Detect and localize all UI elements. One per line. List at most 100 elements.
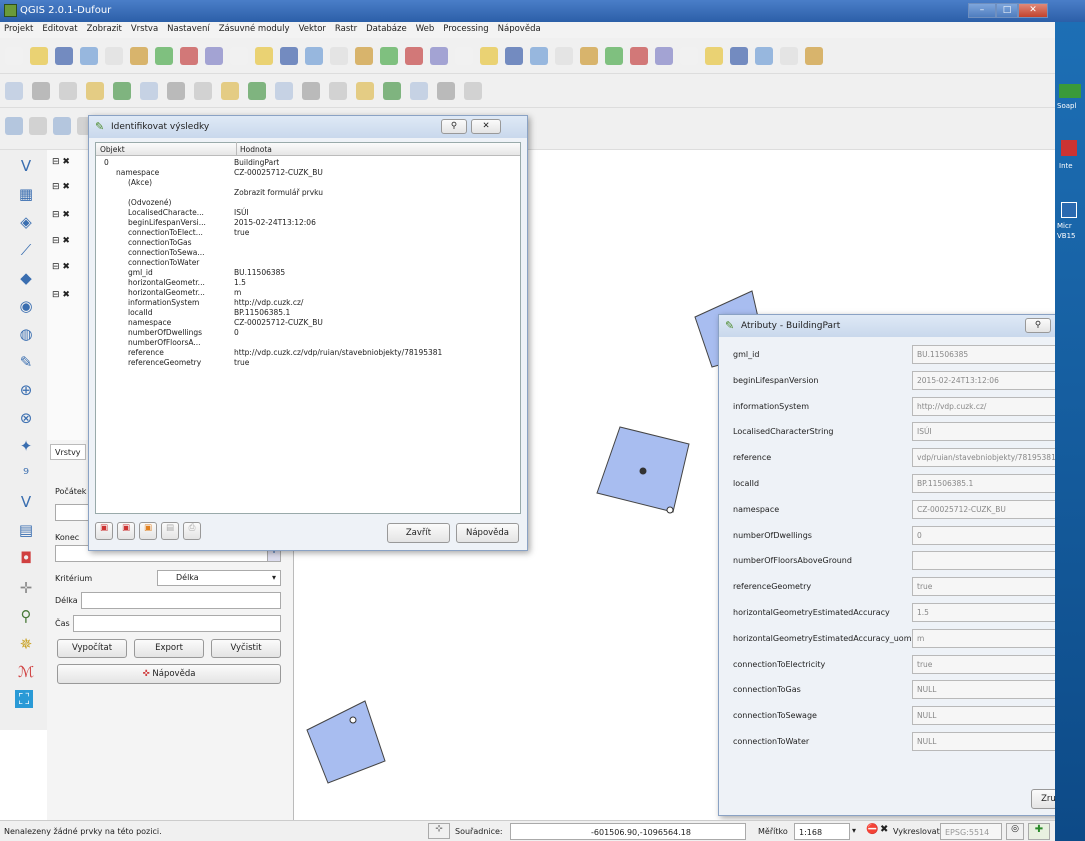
tb2-tool-icon-3[interactable]: [86, 82, 104, 100]
tb1-tool-icon-32[interactable]: [805, 47, 823, 65]
menu-item-5[interactable]: Zásuvné moduly: [215, 22, 295, 34]
tb3-tool-icon-2[interactable]: [53, 117, 71, 135]
tab-layers[interactable]: Vrstvy: [50, 444, 86, 460]
field-value[interactable]: CZ-00025712-CUZK_BU: [912, 499, 1079, 519]
tb2-tool-icon-8[interactable]: [221, 82, 239, 100]
scale-field[interactable]: 1:168: [794, 823, 850, 840]
tb1-tool-icon-29[interactable]: [730, 47, 748, 65]
map-icon[interactable]: ⛶: [15, 690, 33, 708]
tb1-tool-icon-31[interactable]: [780, 47, 798, 65]
tb1-tool-icon-30[interactable]: [755, 47, 773, 65]
tree-row[interactable]: reference http://vdp.cuzk.cz/vdp/ruian/st…: [96, 348, 522, 358]
crs-button[interactable]: EPSG:5514: [940, 823, 1002, 840]
new-temp-layer-icon[interactable]: ◘: [15, 547, 37, 569]
clear-button[interactable]: Vyčistit: [211, 639, 281, 658]
tb2-tool-icon-4[interactable]: [113, 82, 131, 100]
tb1-tool-icon-4[interactable]: [105, 47, 123, 65]
menu-item-7[interactable]: Rastr: [331, 22, 362, 34]
add-mssql-layer-icon[interactable]: ◆: [15, 267, 37, 289]
scale-dropdown-icon[interactable]: ▾: [852, 826, 856, 835]
field-value[interactable]: NULL: [912, 706, 1079, 726]
field-value[interactable]: 2015-02-24T13:12:06: [912, 370, 1079, 390]
export-button[interactable]: Export: [134, 639, 204, 658]
tb2-tool-icon-13[interactable]: [356, 82, 374, 100]
tree-row[interactable]: Zobrazit formulář prvku: [96, 188, 522, 198]
tb2-tool-icon-2[interactable]: [59, 82, 77, 100]
tb3-tool-icon-0[interactable]: [5, 117, 23, 135]
tree-row[interactable]: namespace CZ-00025712-CUZK_BU: [96, 318, 522, 328]
expand-all-icon[interactable]: ▣: [95, 522, 113, 540]
copy-feature-icon[interactable]: ▤: [161, 522, 179, 540]
tree-row[interactable]: referenceGeometry true: [96, 358, 522, 368]
layer-checkbox-6[interactable]: ⊟ ✖: [52, 290, 70, 300]
layer-checkbox-5[interactable]: ⊟ ✖: [52, 262, 70, 272]
field-value[interactable]: BP.11506385.1: [912, 474, 1079, 493]
collapse-all-icon[interactable]: ▣: [117, 522, 135, 540]
tb2-tool-icon-17[interactable]: [464, 82, 482, 100]
menu-item-9[interactable]: Web: [412, 22, 440, 34]
tree-row[interactable]: connectionToWater: [96, 258, 522, 268]
layer-checkbox-4[interactable]: ⊟ ✖: [52, 236, 70, 246]
tb2-tool-icon-15[interactable]: [410, 82, 428, 100]
menu-item-10[interactable]: Processing: [439, 22, 493, 34]
stop-render-icon[interactable]: ⛔: [866, 824, 878, 835]
tree-row[interactable]: gml_id BU.11506385: [96, 268, 522, 278]
field-value[interactable]: true: [912, 654, 1079, 674]
field-value[interactable]: http://vdp.cuzk.cz/: [912, 396, 1079, 416]
tree-row[interactable]: numberOfDwellings 0: [96, 328, 522, 338]
messages-icon[interactable]: ✚: [1028, 823, 1050, 840]
maximize-button[interactable]: □: [996, 3, 1018, 18]
menu-item-3[interactable]: Vrstva: [127, 22, 163, 34]
new-vector-layer-icon[interactable]: V: [15, 491, 37, 513]
tree-row[interactable]: connectionToSewa...: [96, 248, 522, 258]
tb1-tool-icon-9[interactable]: [230, 47, 248, 65]
coords-field[interactable]: -601506.90,-1096564.18: [510, 823, 746, 840]
field-value[interactable]: vdp/ruian/stavebniobjekty/78195381: [912, 448, 1079, 468]
tree-row[interactable]: namespace CZ-00025712-CUZK_BU: [96, 168, 522, 178]
tb1-tool-icon-0[interactable]: [5, 47, 23, 65]
add-wfs-layer-icon[interactable]: ⊕: [15, 379, 37, 401]
tb1-tool-icon-27[interactable]: [680, 47, 698, 65]
tree-row[interactable]: localId BP.11506385.1: [96, 308, 522, 318]
tb1-tool-icon-19[interactable]: [480, 47, 498, 65]
field-value[interactable]: true: [912, 577, 1079, 597]
tb2-tool-icon-5[interactable]: [140, 82, 158, 100]
menu-item-6[interactable]: Vektor: [295, 22, 331, 34]
plugin-icon[interactable]: ✵: [15, 633, 37, 655]
field-value[interactable]: BU.11506385: [912, 345, 1079, 364]
new-spatialite-icon[interactable]: ▤: [15, 519, 37, 541]
add-csv-layer-icon[interactable]: ⁹: [15, 463, 37, 485]
field-value[interactable]: 0: [912, 525, 1079, 545]
criterion-select[interactable]: Délka ▾: [157, 570, 281, 586]
layer-checkbox-3[interactable]: ⊟ ✖: [52, 210, 70, 220]
field-value[interactable]: m: [912, 628, 1079, 648]
tb1-tool-icon-17[interactable]: [430, 47, 448, 65]
add-postgis-layer-icon[interactable]: ◈: [15, 211, 37, 233]
tb1-tool-icon-5[interactable]: [130, 47, 148, 65]
expand-new-icon[interactable]: ▣: [139, 522, 157, 540]
digitize-point-icon[interactable]: ✛: [15, 577, 37, 599]
tb1-tool-icon-10[interactable]: [255, 47, 273, 65]
route-help-button[interactable]: ✜ Nápověda: [57, 664, 281, 684]
tb1-tool-icon-11[interactable]: [280, 47, 298, 65]
tb1-tool-icon-8[interactable]: [205, 47, 223, 65]
tree-row[interactable]: horizontalGeometr... m: [96, 288, 522, 298]
tb1-tool-icon-26[interactable]: [655, 47, 673, 65]
identify-close-button[interactable]: Zavřít: [387, 523, 450, 543]
add-delimited-text-icon[interactable]: ✦: [15, 435, 37, 457]
tb1-tool-icon-14[interactable]: [355, 47, 373, 65]
minimize-button[interactable]: –: [968, 3, 996, 18]
attribute-pin-icon[interactable]: ⚲: [1025, 318, 1051, 333]
field-value[interactable]: [912, 551, 1079, 571]
field-value[interactable]: NULL: [912, 732, 1079, 751]
render-checkbox[interactable]: ✖: [880, 824, 888, 835]
gps-icon[interactable]: ⚲: [15, 605, 37, 627]
tb1-tool-icon-25[interactable]: [630, 47, 648, 65]
close-window-button[interactable]: ✕: [1018, 3, 1048, 18]
tb1-tool-icon-21[interactable]: [530, 47, 548, 65]
menu-item-0[interactable]: Projekt: [0, 22, 38, 34]
tree-row[interactable]: informationSystem http://vdp.cuzk.cz/: [96, 298, 522, 308]
add-gpx-layer-icon[interactable]: ⊗: [15, 407, 37, 429]
field-value[interactable]: ISÚI: [912, 422, 1079, 442]
menu-item-8[interactable]: Databáze: [362, 22, 412, 34]
